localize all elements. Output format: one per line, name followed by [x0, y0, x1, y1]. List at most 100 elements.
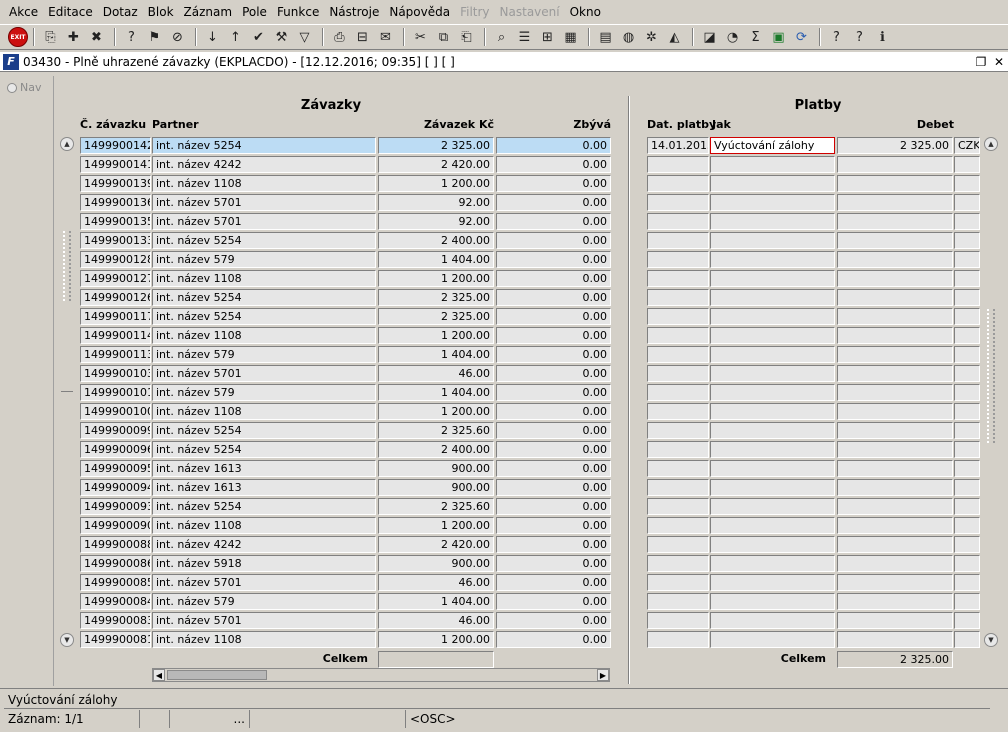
zavazky-partner-cell[interactable]: int. název 5254: [152, 441, 376, 458]
platby-datum-cell[interactable]: [647, 403, 709, 420]
zavazky-zbyva-cell[interactable]: 0.00: [496, 232, 611, 249]
zavazky-zavazek-cell[interactable]: 92.00: [378, 213, 494, 230]
platby-jak-cell[interactable]: [710, 327, 835, 344]
platby-jak-cell[interactable]: [710, 251, 835, 268]
zavazky-cislo-cell[interactable]: 1499900139: [80, 175, 151, 192]
platby-datum-cell[interactable]: [647, 346, 709, 363]
platby-jak-cell[interactable]: [710, 384, 835, 401]
menu-blok[interactable]: Blok: [143, 0, 179, 24]
platby-jak-cell[interactable]: [710, 346, 835, 363]
platby-mena-cell[interactable]: [954, 555, 980, 572]
zavazky-cislo-cell[interactable]: 1499900135: [80, 213, 151, 230]
zavazky-zavazek-cell[interactable]: 92.00: [378, 194, 494, 211]
list-icon[interactable]: ☰: [514, 27, 535, 47]
platby-datum-cell[interactable]: [647, 384, 709, 401]
platby-debet-cell[interactable]: [837, 498, 953, 515]
zavazky-partner-cell[interactable]: int. název 1108: [152, 270, 376, 287]
cancel-query-icon[interactable]: ⊘: [167, 27, 188, 47]
zavazky-partner-cell[interactable]: int. název 4242: [152, 156, 376, 173]
platby-mena-cell[interactable]: [954, 517, 980, 534]
platby-jak-cell[interactable]: [710, 612, 835, 629]
zavazky-cislo-cell[interactable]: 1499900094: [80, 479, 151, 496]
platby-debet-cell[interactable]: [837, 593, 953, 610]
menu-funkce[interactable]: Funkce: [272, 0, 324, 24]
platby-debet-cell[interactable]: [837, 365, 953, 382]
zavazky-zavazek-cell[interactable]: 1 404.00: [378, 346, 494, 363]
zavazky-zavazek-cell[interactable]: 46.00: [378, 365, 494, 382]
platby-debet-cell[interactable]: 2 325.00: [837, 137, 953, 154]
platby-mena-cell[interactable]: [954, 422, 980, 439]
zavazky-zavazek-cell[interactable]: 900.00: [378, 479, 494, 496]
menu-editace[interactable]: Editace: [43, 0, 98, 24]
zavazky-partner-cell[interactable]: int. název 1613: [152, 479, 376, 496]
zavazky-partner-cell[interactable]: int. název 5701: [152, 612, 376, 629]
zavazky-cislo-cell[interactable]: 1499900090: [80, 517, 151, 534]
platby-datum-cell[interactable]: [647, 498, 709, 515]
zavazky-partner-cell[interactable]: int. název 5918: [152, 555, 376, 572]
platby-datum-cell[interactable]: [647, 194, 709, 211]
menu-nastroje[interactable]: Nástroje: [324, 0, 384, 24]
zavazky-zbyva-cell[interactable]: 0.00: [496, 365, 611, 382]
exit-icon[interactable]: EXIT: [8, 27, 28, 47]
menu-napoveda[interactable]: Nápověda: [384, 0, 455, 24]
zavazky-zavazek-cell[interactable]: 1 200.00: [378, 327, 494, 344]
zavazky-partner-cell[interactable]: int. název 1108: [152, 631, 376, 648]
save-check-icon[interactable]: ✔: [248, 27, 269, 47]
preview-icon[interactable]: ⊟: [352, 27, 373, 47]
zavazky-zavazek-cell[interactable]: 1 404.00: [378, 593, 494, 610]
platby-mena-cell[interactable]: [954, 327, 980, 344]
platby-jak-cell[interactable]: [710, 365, 835, 382]
zavazky-partner-cell[interactable]: int. název 5701: [152, 365, 376, 382]
zavazky-zbyva-cell[interactable]: 0.00: [496, 460, 611, 477]
zavazky-zavazek-cell[interactable]: 2 325.00: [378, 289, 494, 306]
zavazky-zbyva-cell[interactable]: 0.00: [496, 441, 611, 458]
zavazky-zbyva-cell[interactable]: 0.00: [496, 479, 611, 496]
zavazky-cislo-cell[interactable]: 1499900128: [80, 251, 151, 268]
zavazky-cislo-cell[interactable]: 1499900084: [80, 593, 151, 610]
excel-icon[interactable]: ▣: [768, 27, 789, 47]
tree-icon[interactable]: ⊞: [537, 27, 558, 47]
zavazky-zavazek-cell[interactable]: 46.00: [378, 612, 494, 629]
platby-mena-cell[interactable]: [954, 441, 980, 458]
platby-debet-cell[interactable]: [837, 289, 953, 306]
zavazky-zbyva-cell[interactable]: 0.00: [496, 517, 611, 534]
info-icon[interactable]: ℹ: [872, 27, 893, 47]
platby-datum-cell[interactable]: [647, 574, 709, 591]
hscroll-thumb[interactable]: [167, 670, 267, 680]
zavazky-zbyva-cell[interactable]: 0.00: [496, 175, 611, 192]
platby-jak-cell[interactable]: [710, 498, 835, 515]
zavazky-zavazek-cell[interactable]: 2 325.60: [378, 498, 494, 515]
zavazky-partner-cell[interactable]: int. název 579: [152, 346, 376, 363]
platby-mena-cell[interactable]: [954, 194, 980, 211]
platby-datum-cell[interactable]: [647, 251, 709, 268]
paste-icon[interactable]: ⎗: [456, 27, 477, 47]
platby-datum-cell[interactable]: 14.01.2015: [647, 137, 709, 154]
platby-datum-cell[interactable]: [647, 289, 709, 306]
platby-mena-cell[interactable]: [954, 479, 980, 496]
query-icon[interactable]: ?: [121, 27, 142, 47]
platby-mena-cell[interactable]: [954, 574, 980, 591]
tools-wrench-icon[interactable]: ⚒: [271, 27, 292, 47]
platby-datum-cell[interactable]: [647, 631, 709, 648]
zavazky-cislo-cell[interactable]: 1499900103: [80, 365, 151, 382]
zavazky-cislo-cell[interactable]: 1499900095: [80, 460, 151, 477]
platby-jak-cell[interactable]: [710, 270, 835, 287]
zavazky-zbyva-cell[interactable]: 0.00: [496, 536, 611, 553]
platby-mena-cell[interactable]: [954, 232, 980, 249]
zavazky-zbyva-cell[interactable]: 0.00: [496, 422, 611, 439]
platby-datum-cell[interactable]: [647, 213, 709, 230]
zavazky-zbyva-cell[interactable]: 0.00: [496, 612, 611, 629]
platby-mena-cell[interactable]: [954, 593, 980, 610]
menu-zaznam[interactable]: Záznam: [179, 0, 238, 24]
platby-debet-cell[interactable]: [837, 555, 953, 572]
scroll-left-icon[interactable]: ◀: [153, 669, 165, 681]
platby-debet-cell[interactable]: [837, 403, 953, 420]
zavazky-cislo-cell[interactable]: 1499900085: [80, 574, 151, 591]
platby-datum-cell[interactable]: [647, 555, 709, 572]
zavazky-cislo-cell[interactable]: 1499900100: [80, 403, 151, 420]
platby-debet-cell[interactable]: [837, 346, 953, 363]
platby-mena-cell[interactable]: [954, 270, 980, 287]
platby-mena-cell[interactable]: [954, 365, 980, 382]
zavazky-partner-cell[interactable]: int. název 5254: [152, 422, 376, 439]
platby-debet-cell[interactable]: [837, 631, 953, 648]
